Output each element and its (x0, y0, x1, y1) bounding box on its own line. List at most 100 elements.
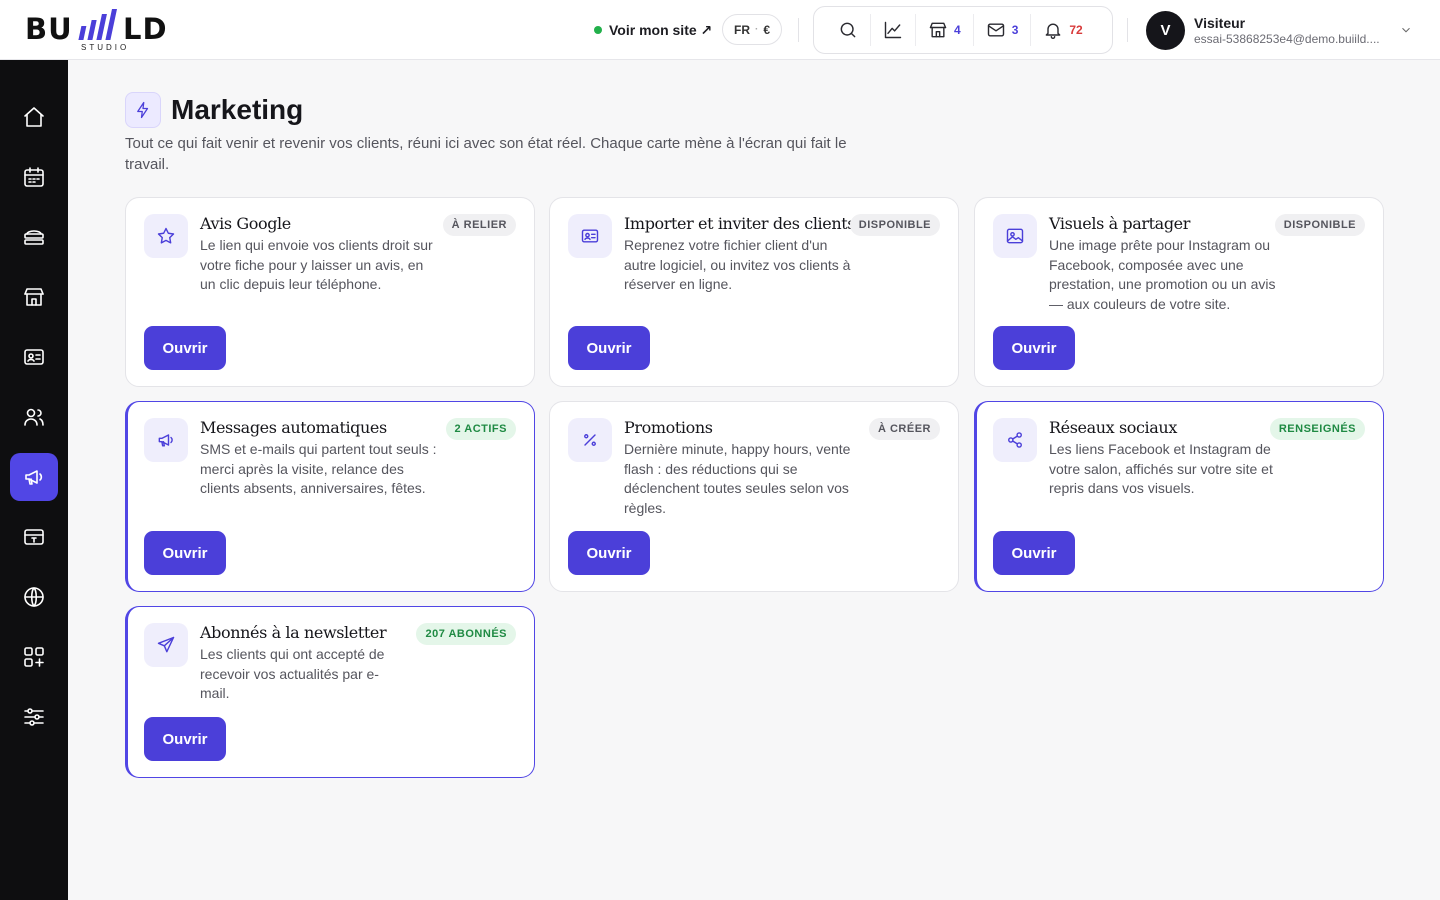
star-icon (157, 227, 175, 244)
card-icon-box (144, 214, 188, 258)
status-badge: 2 ACTIFS (445, 418, 516, 440)
card-description: Les clients qui ont accepté de recevoir … (200, 646, 385, 702)
status-badge: DISPONIBLE (1274, 214, 1365, 236)
share-icon (1008, 432, 1022, 448)
sidebar-item-apps[interactable] (10, 633, 58, 681)
stats-button[interactable] (870, 14, 915, 46)
user-info: Visiteur essai-53868253e4@demo.buiild...… (1194, 15, 1389, 46)
card-promotions: Promotions À CRÉER Dernière minute, happ… (549, 401, 959, 592)
open-button[interactable]: Ouvrir (993, 531, 1075, 575)
logo-subtitle: STUDIO (81, 43, 130, 52)
card-description: Reprenez votre fichier client d'un autre… (624, 237, 851, 293)
user-name: Visiteur (1194, 14, 1246, 31)
card-newsletter-abonnes: Abonnés à la newsletter 207 ABONNÉS Les … (125, 606, 535, 778)
card-description: Une image prête pour Instagram ou Facebo… (1049, 237, 1276, 312)
sidebar-item-store[interactable] (10, 273, 58, 321)
sidebar-item-home[interactable] (10, 93, 58, 141)
card-icon-box (993, 418, 1037, 462)
messages-button[interactable]: 3 (972, 14, 1031, 46)
sidebar-item-payments[interactable] (10, 513, 58, 561)
apps-icon (24, 647, 44, 667)
open-button[interactable]: Ouvrir (568, 531, 650, 575)
open-button[interactable]: Ouvrir (144, 717, 226, 761)
open-button[interactable]: Ouvrir (144, 326, 226, 370)
contact-card-icon (24, 349, 44, 365)
card-description: Les liens Facebook et Instagram de votre… (1049, 441, 1273, 497)
card-avis-google: Avis Google À RELIER Le lien qui envoie … (125, 197, 535, 387)
status-badge: RENSEIGNÉS (1269, 418, 1365, 440)
card-visuels-partager: Visuels à partager DISPONIBLE Une image … (974, 197, 1384, 387)
user-email: essai-53868253e4@demo.buiild.... (1194, 31, 1380, 46)
card-title: Avis Google (200, 214, 291, 233)
status-badge: À CRÉER (868, 418, 940, 440)
page-title-badge (125, 92, 161, 128)
notification-count: 72 (1069, 23, 1083, 37)
top-header: BU LD STUDIO Voir mon site ↗ FR · € 4 3 … (0, 0, 1440, 60)
sidebar-item-calendar[interactable] (10, 153, 58, 201)
status-badge: 207 ABONNÉS (416, 623, 516, 645)
sidebar-item-team[interactable] (10, 393, 58, 441)
language-label: FR (734, 22, 750, 37)
open-button[interactable]: Ouvrir (993, 326, 1075, 370)
megaphone-icon (158, 434, 173, 447)
megaphone-icon (25, 470, 43, 485)
status-badge: À RELIER (442, 214, 516, 236)
language-separator: · (755, 24, 759, 35)
image-icon (1006, 228, 1024, 244)
sidebar-item-website[interactable] (10, 573, 58, 621)
sidebar-item-settings[interactable] (10, 693, 58, 741)
view-site-label: Voir mon site ↗ (609, 21, 713, 38)
card-icon-box (568, 418, 612, 462)
globe-icon (24, 587, 44, 607)
sidebar-item-marketing[interactable] (10, 453, 58, 501)
card-description: Dernière minute, happy hours, vente flas… (624, 441, 851, 516)
chart-line-icon (884, 21, 902, 39)
open-button[interactable]: Ouvrir (144, 531, 226, 575)
store-icon (929, 22, 947, 38)
shop-button[interactable]: 4 (915, 14, 973, 46)
card-reseaux-sociaux: Réseaux sociaux RENSEIGNÉS Les liens Fac… (974, 401, 1384, 592)
store-icon (24, 288, 44, 306)
open-button[interactable]: Ouvrir (568, 326, 650, 370)
settings-sliders-icon (24, 708, 44, 726)
search-icon (840, 22, 856, 38)
mail-count: 3 (1011, 23, 1019, 37)
header-divider (798, 18, 799, 42)
card-icon-box (568, 214, 612, 258)
card-description: SMS et e-mails qui partent tout seuls : … (200, 441, 437, 497)
percent-icon (584, 434, 596, 446)
header-toolbar: 4 3 72 (813, 6, 1113, 54)
currency-label: € (763, 22, 771, 37)
card-messages-automatiques: Messages automatiques 2 ACTIFS SMS et e-… (125, 401, 535, 592)
search-button[interactable] (826, 14, 870, 46)
chevron-down-icon (1402, 27, 1410, 33)
card-icon-box (144, 623, 188, 667)
svg-text:LD: LD (123, 12, 168, 46)
payment-icon (24, 529, 44, 545)
view-site-link[interactable]: Voir mon site ↗ (594, 20, 712, 40)
card-description: Le lien qui envoie vos clients droit sur… (200, 237, 433, 293)
build-studio-logo[interactable]: BU LD STUDIO (25, 9, 185, 52)
bell-icon (1046, 23, 1061, 39)
site-status-dot (594, 26, 602, 34)
card-title: Visuels à partager (1049, 214, 1190, 233)
header-divider (1127, 18, 1128, 42)
user-menu[interactable]: V Visiteur essai-53868253e4@demo.buiild.… (1146, 10, 1416, 50)
notifications-button[interactable]: 72 (1030, 14, 1094, 46)
page-title: Marketing (171, 94, 304, 125)
lightning-icon (137, 101, 149, 119)
language-currency-selector[interactable]: FR · € (722, 14, 783, 45)
calendar-icon (24, 167, 44, 187)
home-icon (24, 107, 44, 127)
sidebar-item-clients-card[interactable] (10, 333, 58, 381)
shop-count: 4 (954, 23, 961, 37)
card-importer-clients: Importer et inviter des clients DISPONIB… (549, 197, 959, 387)
sidebar-item-services[interactable] (10, 213, 58, 261)
svg-text:BU: BU (25, 12, 73, 46)
card-title: Réseaux sociaux (1049, 418, 1177, 437)
services-icon (24, 230, 44, 245)
card-title: Promotions (624, 418, 713, 437)
card-title: Messages automatiques (200, 418, 387, 437)
users-icon (24, 408, 44, 426)
card-icon-box (144, 418, 188, 462)
